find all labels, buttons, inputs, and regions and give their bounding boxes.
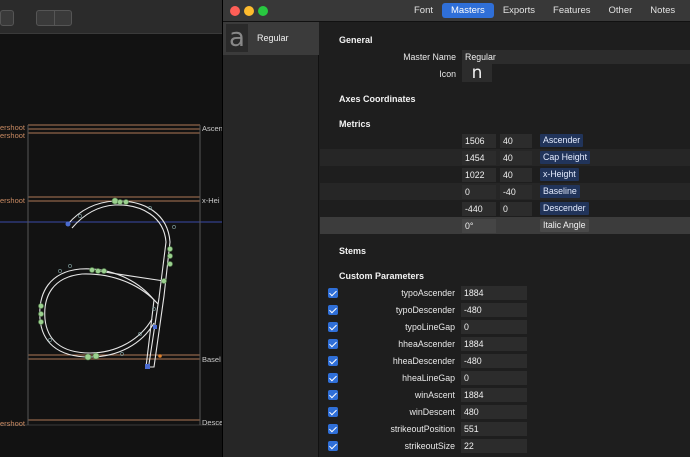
metric-overshoot-field[interactable]: 40 bbox=[500, 168, 532, 182]
tab-exports[interactable]: Exports bbox=[494, 3, 544, 18]
section-axes-coordinates: Axes Coordinates bbox=[339, 94, 416, 104]
metric-label-ascender: Ascen bbox=[202, 124, 222, 133]
param-value-field[interactable]: 0 bbox=[461, 320, 527, 334]
tab-masters[interactable]: Masters bbox=[442, 3, 494, 18]
param-name: hheaDescender bbox=[392, 356, 455, 366]
metric-label-xheight: x-Hei bbox=[202, 196, 220, 205]
metric-value-field[interactable]: 1454 bbox=[462, 151, 496, 165]
param-name: winDescent bbox=[409, 407, 455, 417]
minimize-button[interactable] bbox=[244, 6, 254, 16]
param-enabled-checkbox[interactable] bbox=[328, 322, 338, 332]
editor-toolbar bbox=[0, 0, 222, 34]
master-settings-panel: General Master Name Regular Icon n Axes … bbox=[320, 22, 690, 457]
param-value-field[interactable]: 1884 bbox=[461, 286, 527, 300]
param-enabled-checkbox[interactable] bbox=[328, 390, 338, 400]
font-info-window: Font Masters Exports Features Other Note… bbox=[222, 0, 690, 457]
param-name: hheaAscender bbox=[398, 339, 455, 349]
metric-value-field[interactable]: 0 bbox=[462, 185, 496, 199]
param-value-field[interactable]: 1884 bbox=[461, 337, 527, 351]
metric-value-field[interactable]: -440 bbox=[462, 202, 496, 216]
tab-features[interactable]: Features bbox=[544, 3, 600, 18]
section-metrics: Metrics bbox=[339, 119, 371, 129]
metric-name-baseline[interactable]: Baseline bbox=[540, 185, 580, 198]
metric-label: ershoot bbox=[0, 131, 26, 140]
tab-notes[interactable]: Notes bbox=[641, 3, 684, 18]
section-stems: Stems bbox=[339, 246, 367, 256]
metric-overshoot-field[interactable]: 0 bbox=[500, 202, 532, 216]
metric-name-cap-height[interactable]: Cap Height bbox=[540, 151, 591, 164]
tab-font[interactable]: Font bbox=[405, 3, 442, 18]
param-enabled-checkbox[interactable] bbox=[328, 373, 338, 383]
view-mode-toggle[interactable] bbox=[36, 10, 72, 26]
section-custom-parameters: Custom Parameters bbox=[339, 271, 425, 281]
param-enabled-checkbox[interactable] bbox=[328, 424, 338, 434]
param-name: strikeoutSize bbox=[404, 441, 455, 451]
metric-overshoot-field[interactable]: 40 bbox=[500, 134, 532, 148]
param-value-field[interactable]: -480 bbox=[461, 303, 527, 317]
tab-bar: Font Masters Exports Features Other Note… bbox=[405, 3, 684, 19]
icon-glyph-field[interactable]: n bbox=[462, 64, 492, 82]
metric-name-x-height[interactable]: x-Height bbox=[540, 168, 579, 181]
metric-label-baseline: Basel bbox=[202, 355, 221, 364]
param-name: typoDescender bbox=[395, 305, 455, 315]
param-name: typoAscender bbox=[401, 288, 455, 298]
param-name: winAscent bbox=[414, 390, 455, 400]
icon-label: Icon bbox=[439, 69, 456, 79]
master-thumbnail: a bbox=[226, 24, 248, 52]
param-value-field[interactable]: 22 bbox=[461, 439, 527, 453]
metric-value-field[interactable]: 1022 bbox=[462, 168, 496, 182]
master-list: a Regular bbox=[223, 22, 319, 457]
master-name-field[interactable]: Regular bbox=[462, 50, 690, 64]
param-value-field[interactable]: 0 bbox=[461, 371, 527, 385]
metric-value-field[interactable]: 1506 bbox=[462, 134, 496, 148]
metric-name-italic-angle[interactable]: Italic Angle bbox=[540, 219, 589, 232]
master-list-item[interactable]: a Regular bbox=[223, 22, 319, 55]
title-bar: Font Masters Exports Features Other Note… bbox=[223, 0, 690, 22]
master-name-label: Master Name bbox=[403, 52, 456, 62]
section-general: General bbox=[339, 35, 373, 45]
param-enabled-checkbox[interactable] bbox=[328, 356, 338, 366]
param-enabled-checkbox[interactable] bbox=[328, 305, 338, 315]
italic-angle-field[interactable]: 0° bbox=[462, 219, 496, 233]
glyph-editor[interactable]: ershoot ershoot ershoot ershoot Ascen x-… bbox=[0, 0, 222, 457]
close-button[interactable] bbox=[230, 6, 240, 16]
tab-other[interactable]: Other bbox=[600, 3, 642, 18]
metric-label: ershoot bbox=[0, 196, 26, 205]
param-value-field[interactable]: 480 bbox=[461, 405, 527, 419]
metric-overshoot-field[interactable]: -40 bbox=[500, 185, 532, 199]
param-enabled-checkbox[interactable] bbox=[328, 339, 338, 349]
param-enabled-checkbox[interactable] bbox=[328, 441, 338, 451]
param-enabled-checkbox[interactable] bbox=[328, 407, 338, 417]
zoom-button[interactable] bbox=[258, 6, 268, 16]
param-value-field[interactable]: 551 bbox=[461, 422, 527, 436]
param-value-field[interactable]: -480 bbox=[461, 354, 527, 368]
metric-label-descender: Desce bbox=[202, 418, 222, 427]
param-value-field[interactable]: 1884 bbox=[461, 388, 527, 402]
param-enabled-checkbox[interactable] bbox=[328, 288, 338, 298]
metric-label: ershoot bbox=[0, 419, 26, 428]
metric-row-selected bbox=[320, 217, 690, 234]
toolbar-button[interactable] bbox=[0, 10, 14, 26]
metric-name-descender[interactable]: Descender bbox=[540, 202, 589, 215]
param-name: strikeoutPosition bbox=[390, 424, 455, 434]
master-list-item-label: Regular bbox=[257, 33, 289, 43]
metric-overshoot-field[interactable]: 40 bbox=[500, 151, 532, 165]
metric-name-ascender[interactable]: Ascender bbox=[540, 134, 584, 147]
param-name: typoLineGap bbox=[405, 322, 455, 332]
glyph-canvas[interactable] bbox=[0, 34, 222, 457]
param-name: hheaLineGap bbox=[402, 373, 455, 383]
